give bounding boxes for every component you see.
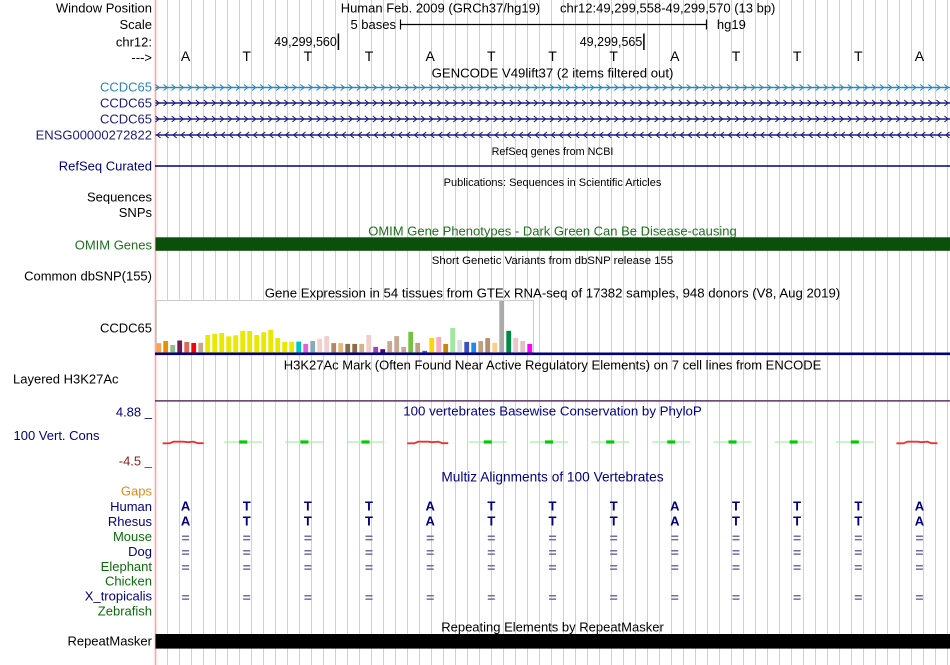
- svg-text:OMIM Gene Phenotypes - Dark Gr: OMIM Gene Phenotypes - Dark Green Can Be…: [368, 224, 737, 239]
- svg-text:Mouse: Mouse: [113, 529, 152, 544]
- svg-text:100 Vert. Cons: 100 Vert. Cons: [14, 428, 100, 443]
- svg-text:49,299,560: 49,299,560: [274, 35, 337, 49]
- svg-text:T: T: [732, 48, 741, 64]
- svg-text:SNPs: SNPs: [119, 205, 153, 220]
- svg-text:T: T: [304, 499, 312, 514]
- svg-text:T: T: [732, 514, 740, 529]
- svg-text:X_tropicalis: X_tropicalis: [85, 589, 153, 604]
- svg-text:A: A: [670, 514, 680, 529]
- svg-text:T: T: [487, 499, 495, 514]
- svg-text:A: A: [915, 499, 925, 514]
- svg-text:A: A: [426, 499, 436, 514]
- svg-text:Common dbSNP(155): Common dbSNP(155): [24, 269, 152, 284]
- svg-text:Gaps: Gaps: [121, 484, 153, 499]
- svg-text:RefSeq Curated: RefSeq Curated: [59, 159, 152, 174]
- svg-text:hg19: hg19: [717, 17, 746, 32]
- svg-text:chr12:49,299,558-49,299,570 (1: chr12:49,299,558-49,299,570 (13 bp): [560, 1, 775, 16]
- svg-text:Human: Human: [110, 499, 152, 514]
- svg-text:A: A: [426, 48, 436, 64]
- svg-text:Publications: Sequences in Sci: Publications: Sequences in Scientific Ar…: [444, 177, 662, 189]
- svg-text:T: T: [549, 514, 557, 529]
- svg-text:T: T: [304, 48, 313, 64]
- svg-text:A: A: [915, 514, 925, 529]
- svg-text:T: T: [243, 499, 251, 514]
- svg-text:Scale: Scale: [119, 17, 152, 32]
- svg-text:RepeatMasker: RepeatMasker: [67, 634, 152, 649]
- svg-text:Human Feb. 2009 (GRCh37/hg19): Human Feb. 2009 (GRCh37/hg19): [341, 1, 540, 16]
- svg-text:T: T: [609, 48, 618, 64]
- svg-text:chr12:: chr12:: [116, 35, 152, 50]
- svg-text:T: T: [854, 48, 863, 64]
- svg-text:T: T: [793, 48, 802, 64]
- svg-text:CCDC65: CCDC65: [100, 321, 152, 336]
- svg-text:CCDC65: CCDC65: [100, 112, 152, 127]
- svg-text:A: A: [181, 499, 191, 514]
- svg-text:T: T: [487, 48, 496, 64]
- svg-text:Sequences: Sequences: [87, 190, 153, 205]
- svg-text:ENSG00000272822: ENSG00000272822: [36, 128, 152, 143]
- svg-text:Rhesus: Rhesus: [108, 514, 153, 529]
- svg-text:T: T: [610, 514, 618, 529]
- svg-text:T: T: [549, 499, 557, 514]
- svg-text:T: T: [548, 48, 557, 64]
- svg-text:Multiz Alignments of 100 Verte: Multiz Alignments of 100 Vertebrates: [441, 470, 663, 485]
- svg-text:T: T: [487, 514, 495, 529]
- svg-text:H3K27Ac Mark (Often Found Near: H3K27Ac Mark (Often Found Near Active Re…: [284, 358, 822, 373]
- svg-text:T: T: [243, 514, 251, 529]
- svg-text:T: T: [610, 499, 618, 514]
- svg-text:5 bases: 5 bases: [350, 17, 396, 32]
- svg-text:Short Genetic Variants from db: Short Genetic Variants from dbSNP releas…: [432, 255, 673, 267]
- svg-text:A: A: [181, 514, 191, 529]
- svg-text:T: T: [365, 499, 373, 514]
- svg-text:CCDC65: CCDC65: [100, 80, 152, 95]
- svg-text:Dog: Dog: [128, 544, 152, 559]
- svg-text:T: T: [854, 499, 862, 514]
- svg-text:Repeating Elements by RepeatMa: Repeating Elements by RepeatMasker: [441, 620, 664, 635]
- svg-text:RefSeq genes from NCBI: RefSeq genes from NCBI: [492, 146, 614, 158]
- svg-text:GENCODE V49lift37 (2 items fil: GENCODE V49lift37 (2 items filtered out): [432, 66, 674, 81]
- svg-text:100 vertebrates Basewise Conse: 100 vertebrates Basewise Conservation by…: [403, 403, 702, 418]
- svg-text:-4.5 _: -4.5 _: [119, 454, 153, 469]
- svg-text:A: A: [670, 48, 680, 64]
- svg-text:T: T: [242, 48, 251, 64]
- svg-text:CCDC65: CCDC65: [100, 96, 152, 111]
- svg-text:T: T: [365, 48, 374, 64]
- svg-text:OMIM Genes: OMIM Genes: [75, 238, 153, 253]
- svg-text:A: A: [181, 48, 191, 64]
- svg-text:T: T: [793, 514, 801, 529]
- svg-text:T: T: [304, 514, 312, 529]
- svg-text:A: A: [915, 48, 925, 64]
- svg-text:A: A: [426, 514, 436, 529]
- svg-text:Layered H3K27Ac: Layered H3K27Ac: [13, 372, 119, 387]
- svg-text:4.88 _: 4.88 _: [116, 405, 153, 420]
- svg-text:A: A: [670, 499, 680, 514]
- svg-text:--->: --->: [131, 50, 152, 65]
- svg-text:49,299,565: 49,299,565: [580, 35, 643, 49]
- svg-text:Elephant: Elephant: [101, 559, 153, 574]
- svg-text:T: T: [732, 499, 740, 514]
- svg-text:Chicken: Chicken: [105, 574, 152, 589]
- svg-text:Gene Expression in 54 tissues: Gene Expression in 54 tissues from GTEx …: [265, 286, 840, 301]
- svg-text:T: T: [793, 499, 801, 514]
- svg-text:T: T: [854, 514, 862, 529]
- svg-text:Zebrafish: Zebrafish: [98, 604, 152, 619]
- svg-text:Window Position: Window Position: [56, 1, 152, 16]
- svg-text:T: T: [365, 514, 373, 529]
